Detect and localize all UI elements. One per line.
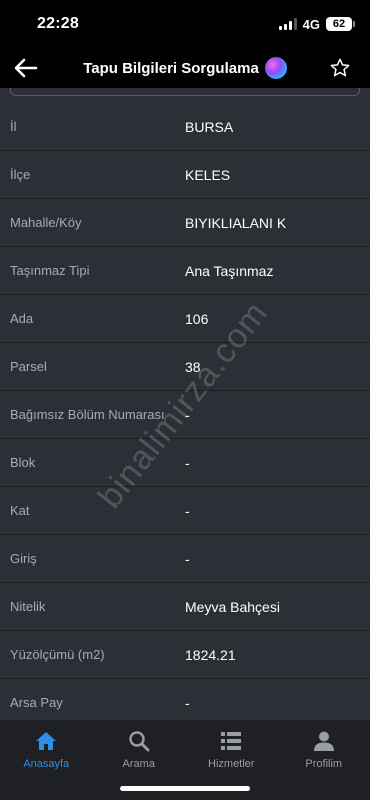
- row-value: BURSA: [185, 118, 234, 135]
- row-value: -: [185, 502, 190, 519]
- page-title-container: Tapu Bilgileri Sorgulama: [83, 57, 287, 79]
- status-bar: 22:28 4G 62: [0, 0, 370, 48]
- row-label: Mahalle/Köy: [10, 215, 82, 230]
- status-indicators: 4G 62: [278, 16, 355, 32]
- list-icon: [218, 728, 244, 754]
- row-label: Bağımsız Bölüm Numarası: [10, 407, 165, 422]
- back-button[interactable]: [10, 52, 42, 84]
- status-time: 22:28: [37, 15, 79, 32]
- row-giris: Giriş -: [0, 535, 370, 583]
- row-arsa-pay: Arsa Pay -: [0, 679, 370, 720]
- cellular-signal-icon: [278, 18, 297, 30]
- row-nitelik: Nitelik Meyva Bahçesi: [0, 583, 370, 631]
- row-label: Taşınmaz Tipi: [10, 263, 90, 278]
- tab-anasayfa[interactable]: Anasayfa: [0, 720, 93, 800]
- row-yuzolcumu: Yüzölçümü (m2) 1824.21: [0, 631, 370, 679]
- row-label: Nitelik: [10, 599, 46, 614]
- row-value: -: [185, 694, 190, 711]
- row-value: -: [185, 454, 190, 471]
- tab-profilim[interactable]: Profilim: [278, 720, 370, 800]
- row-label: Giriş: [10, 551, 37, 566]
- arrow-left-icon: [14, 58, 38, 78]
- row-label: Arsa Pay: [10, 695, 63, 710]
- tab-label: Arama: [122, 758, 155, 770]
- siri-icon[interactable]: [264, 57, 287, 79]
- row-value: Ana Taşınmaz: [185, 262, 274, 279]
- row-value: BIYIKLIALANI K: [185, 214, 287, 231]
- search-icon: [126, 728, 152, 754]
- row-value: KELES: [185, 166, 231, 183]
- person-icon: [311, 728, 337, 754]
- row-value: 106: [185, 310, 209, 327]
- search-field[interactable]: [10, 88, 360, 96]
- row-kat: Kat -: [0, 487, 370, 535]
- row-tasinmaz-tipi: Taşınmaz Tipi Ana Taşınmaz: [0, 247, 370, 295]
- row-value: -: [185, 550, 190, 567]
- row-label: Blok: [10, 455, 36, 470]
- row-label: Parsel: [10, 359, 47, 374]
- favorite-button[interactable]: [324, 52, 356, 84]
- navigation-bar: Tapu Bilgileri Sorgulama: [0, 48, 370, 88]
- home-icon: [33, 728, 59, 754]
- row-il: İl BURSA: [0, 103, 370, 151]
- network-type: 4G: [302, 16, 320, 32]
- row-label: İl: [10, 119, 17, 134]
- home-indicator[interactable]: [120, 786, 250, 791]
- battery-icon: 62: [326, 17, 355, 31]
- row-label: İlçe: [10, 167, 31, 182]
- row-ilce: İlçe KELES: [0, 151, 370, 199]
- row-value: 1824.21: [185, 646, 236, 663]
- star-icon: [330, 58, 350, 77]
- row-ada: Ada 106: [0, 295, 370, 343]
- tab-label: Profilim: [305, 758, 343, 770]
- row-mahalle: Mahalle/Köy BIYIKLIALANI K: [0, 199, 370, 247]
- tab-label: Hizmetler: [208, 758, 255, 770]
- row-blok: Blok -: [0, 439, 370, 487]
- row-label: Kat: [10, 503, 30, 518]
- row-value: Meyva Bahçesi: [185, 598, 280, 615]
- row-label: Yüzölçümü (m2): [10, 647, 105, 662]
- tab-label: Anasayfa: [23, 758, 70, 770]
- row-label: Ada: [10, 311, 34, 326]
- page-title: Tapu Bilgileri Sorgulama: [83, 59, 259, 77]
